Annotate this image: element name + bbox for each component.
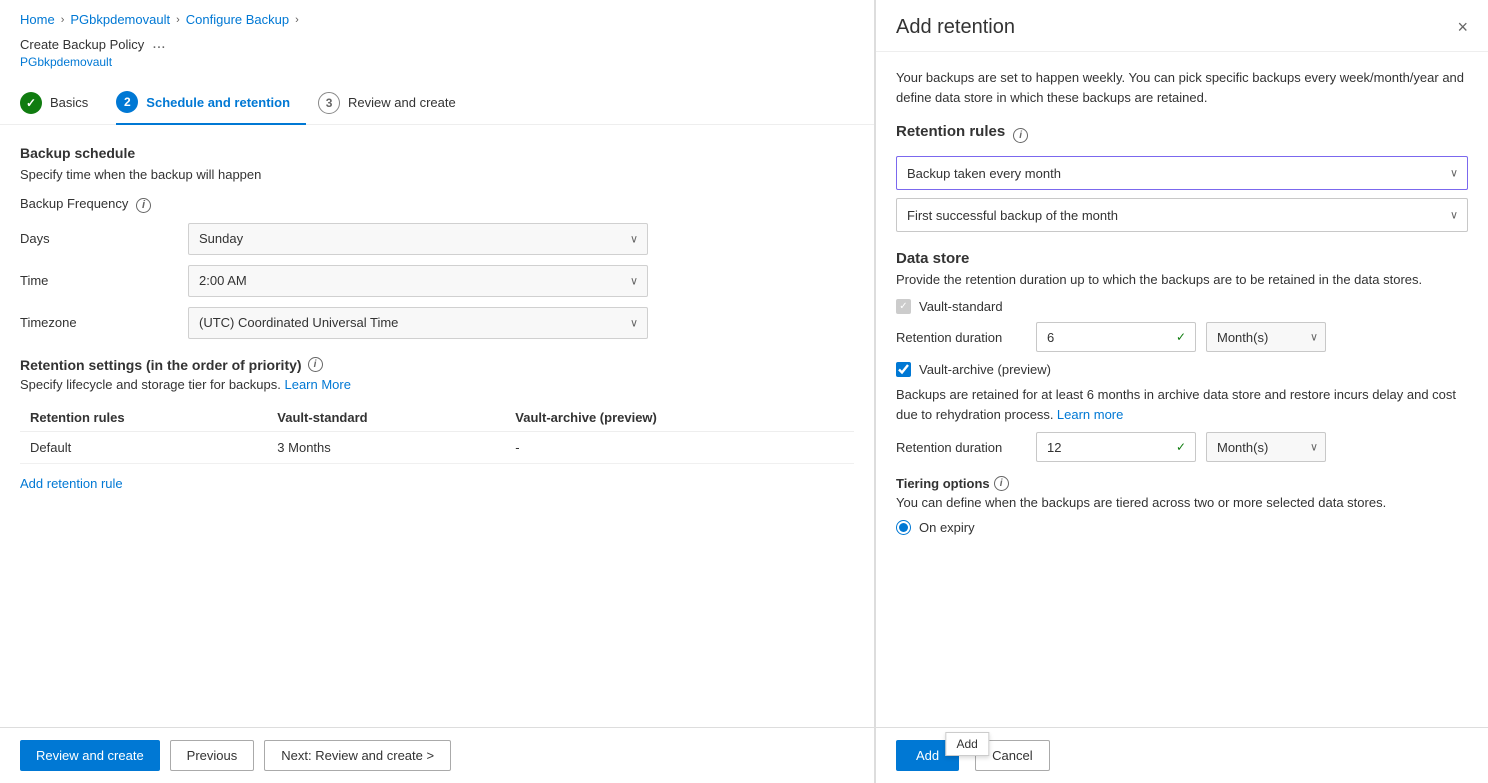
breadcrumb: Home › PGbkpdemovault › Configure Backup… — [0, 0, 874, 31]
vault-standard-duration-row: Retention duration Month(s) — [896, 322, 1468, 352]
panel-desc: Your backups are set to happen weekly. Y… — [896, 68, 1468, 107]
vault-archive-duration-input[interactable] — [1036, 432, 1196, 462]
next-button[interactable]: Next: Review and create > — [264, 740, 451, 771]
timezone-select[interactable]: (UTC) Coordinated Universal Time — [188, 307, 648, 339]
retention-desc: Specify lifecycle and storage tier for b… — [20, 377, 854, 392]
time-row: Time 2:00 AM — [20, 265, 854, 297]
ellipsis-button[interactable]: ... — [152, 35, 165, 53]
retention-rules-info-icon[interactable]: i — [1013, 128, 1028, 143]
on-expiry-label: On expiry — [919, 520, 975, 535]
days-select[interactable]: Sunday — [188, 223, 648, 255]
panel-content: Your backups are set to happen weekly. Y… — [876, 52, 1488, 727]
panel-footer: Add Add Cancel — [876, 727, 1488, 783]
days-label: Days — [20, 231, 180, 246]
footer: Review and create Previous Next: Review … — [0, 727, 874, 783]
timezone-select-wrapper: (UTC) Coordinated Universal Time — [188, 307, 648, 339]
table-row: Default 3 Months - — [20, 431, 854, 463]
page-title-area: Create Backup Policy ... PGbkpdemovault — [0, 31, 874, 81]
vault-standard-duration-label: Retention duration — [896, 330, 1026, 345]
step-review-circle: 3 — [318, 92, 340, 114]
tiering-section: Tiering options i You can define when th… — [896, 476, 1468, 535]
days-row: Days Sunday — [20, 223, 854, 255]
step-schedule-label: Schedule and retention — [146, 95, 290, 110]
vault-archive-learn-more[interactable]: Learn more — [1057, 407, 1123, 422]
time-label: Time — [20, 273, 180, 288]
breadcrumb-vault[interactable]: PGbkpdemovault — [70, 12, 170, 27]
breadcrumb-home[interactable]: Home — [20, 12, 55, 27]
vault-standard-input-wrapper — [1036, 322, 1196, 352]
vault-standard-unit-wrapper: Month(s) — [1206, 322, 1326, 352]
datastore-section: Data store Provide the retention duratio… — [896, 250, 1468, 462]
retention-rules-title: Retention rules — [896, 123, 1005, 140]
time-select[interactable]: 2:00 AM — [188, 265, 648, 297]
vault-standard-row: Vault-standard — [896, 299, 1468, 314]
learn-more-link[interactable]: Learn More — [284, 377, 350, 392]
on-expiry-radio[interactable] — [896, 520, 911, 535]
retention-section: Retention settings (in the order of prio… — [20, 357, 854, 491]
backup-schedule-title: Backup schedule — [20, 145, 854, 161]
tiering-info-icon[interactable]: i — [994, 476, 1009, 491]
close-button[interactable]: × — [1457, 17, 1468, 38]
retention-title: Retention settings (in the order of prio… — [20, 357, 302, 373]
vault-archive-note: Backups are retained for at least 6 mont… — [896, 385, 1468, 424]
backup-month-select[interactable]: Backup taken every month Backup taken ev… — [896, 156, 1468, 190]
panel-header: Add retention × — [876, 0, 1488, 52]
on-expiry-row: On expiry — [896, 520, 1468, 535]
vault-archive-checkbox[interactable] — [896, 362, 911, 377]
vault-archive-duration-row: Retention duration Month(s) — [896, 432, 1468, 462]
vault-archive-unit-wrapper: Month(s) — [1206, 432, 1326, 462]
vault-archive-row: Vault-archive (preview) — [896, 362, 1468, 377]
backup-frequency-label: Backup Frequency i — [20, 196, 180, 213]
add-retention-rule-link[interactable]: Add retention rule — [20, 476, 123, 491]
tiering-desc: You can define when the backups are tier… — [896, 495, 1468, 510]
left-panel: Home › PGbkpdemovault › Configure Backup… — [0, 0, 875, 783]
page-subtitle: PGbkpdemovault — [20, 55, 854, 69]
add-tooltip: Add — [945, 732, 988, 756]
row-rule: Default — [20, 431, 267, 463]
col-vault-arch: Vault-archive (preview) — [505, 404, 854, 432]
vault-archive-unit-select[interactable]: Month(s) — [1206, 432, 1326, 462]
datastore-title: Data store — [896, 250, 1468, 267]
step-schedule-circle: 2 — [116, 91, 138, 113]
tiering-title: Tiering options i — [896, 476, 1468, 491]
datastore-desc: Provide the retention duration up to whi… — [896, 271, 1468, 289]
backup-frequency-info-icon[interactable]: i — [136, 198, 151, 213]
time-select-wrapper: 2:00 AM — [188, 265, 648, 297]
timezone-label: Timezone — [20, 315, 180, 330]
backup-month-dropdown-wrapper: Backup taken every month Backup taken ev… — [896, 156, 1468, 190]
review-and-create-button[interactable]: Review and create — [20, 740, 160, 771]
days-select-wrapper: Sunday — [188, 223, 648, 255]
row-vault-std: 3 Months — [267, 431, 505, 463]
col-rules: Retention rules — [20, 404, 267, 432]
vault-standard-label: Vault-standard — [919, 299, 1003, 314]
step-basics[interactable]: ✓ Basics — [20, 82, 104, 124]
breadcrumb-configure[interactable]: Configure Backup — [186, 12, 289, 27]
vault-archive-duration-label: Retention duration — [896, 440, 1026, 455]
step-schedule[interactable]: 2 Schedule and retention — [116, 81, 306, 125]
vault-standard-unit-select[interactable]: Month(s) — [1206, 322, 1326, 352]
panel-title: Add retention — [896, 16, 1015, 39]
backup-frequency-row: Backup Frequency i — [20, 196, 854, 213]
first-backup-dropdown-wrapper: First successful backup of the month Las… — [896, 198, 1468, 232]
retention-info-icon[interactable]: i — [308, 357, 323, 372]
timezone-row: Timezone (UTC) Coordinated Universal Tim… — [20, 307, 854, 339]
page-title: Create Backup Policy — [20, 37, 144, 52]
col-vault-std: Vault-standard — [267, 404, 505, 432]
vault-archive-input-wrapper — [1036, 432, 1196, 462]
backup-schedule-subtitle: Specify time when the backup will happen — [20, 167, 854, 182]
first-backup-select[interactable]: First successful backup of the month Las… — [896, 198, 1468, 232]
vault-standard-duration-input[interactable] — [1036, 322, 1196, 352]
step-basics-circle: ✓ — [20, 92, 42, 114]
step-review-label: Review and create — [348, 95, 456, 110]
main-content: Backup schedule Specify time when the ba… — [0, 125, 874, 727]
retention-table: Retention rules Vault-standard Vault-arc… — [20, 404, 854, 464]
right-panel: Add retention × Your backups are set to … — [875, 0, 1488, 783]
vault-standard-checkbox[interactable] — [896, 299, 911, 314]
steps-nav: ✓ Basics 2 Schedule and retention 3 Revi… — [0, 81, 874, 125]
vault-archive-label: Vault-archive (preview) — [919, 362, 1051, 377]
step-review[interactable]: 3 Review and create — [318, 82, 472, 124]
previous-button[interactable]: Previous — [170, 740, 255, 771]
row-vault-arch: - — [505, 431, 854, 463]
step-basics-label: Basics — [50, 95, 88, 110]
